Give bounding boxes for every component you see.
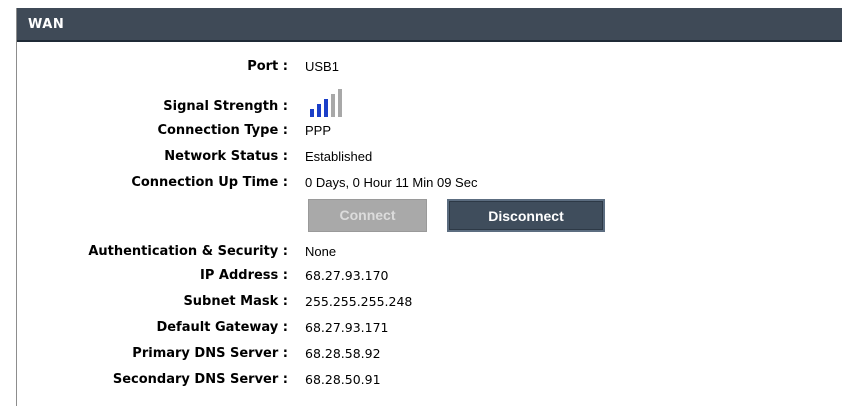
signal-bar <box>338 89 342 117</box>
connection-type-row: Connection Type : PPP <box>17 121 817 141</box>
port-row: Port : USB1 <box>17 57 817 77</box>
subnet-mask-value: 255.255.255.248 <box>305 294 413 309</box>
port-value: USB1 <box>305 59 339 74</box>
primary-dns-label: Primary DNS Server : <box>132 346 288 361</box>
auth-security-value: None <box>305 244 337 259</box>
wan-panel: WAN Port : USB1 Signal Strength : Connec… <box>16 8 842 406</box>
connection-type-label: Connection Type : <box>157 123 288 138</box>
primary-dns-value: 68.28.58.92 <box>305 346 381 361</box>
ip-address-row: IP Address : 68.27.93.170 <box>17 266 817 286</box>
primary-dns-row: Primary DNS Server : 68.28.58.92 <box>17 344 817 364</box>
connection-up-time-row: Connection Up Time : 0 Days, 0 Hour 11 M… <box>17 173 817 193</box>
network-status-row: Network Status : Established <box>17 147 817 167</box>
network-status-value: Established <box>305 149 373 164</box>
signal-strength-label: Signal Strength : <box>163 99 288 114</box>
secondary-dns-label: Secondary DNS Server : <box>112 372 288 387</box>
ip-address-value: 68.27.93.170 <box>305 268 389 283</box>
network-status-label: Network Status : <box>164 149 288 164</box>
ip-address-label: IP Address : <box>200 268 288 283</box>
signal-bar <box>324 99 328 117</box>
signal-strength-row: Signal Strength : <box>17 89 817 117</box>
section-title: WAN <box>28 16 65 32</box>
default-gateway-value: 68.27.93.171 <box>305 320 389 335</box>
connection-up-time-value: 0 Days, 0 Hour 11 Min 09 Sec <box>305 175 478 190</box>
auth-security-label: Authentication & Security : <box>88 244 288 259</box>
section-header: WAN <box>17 8 842 42</box>
port-label: Port : <box>247 59 288 74</box>
connection-type-value: PPP <box>305 123 332 138</box>
connection-up-time-label: Connection Up Time : <box>131 175 288 190</box>
signal-bar <box>317 104 321 117</box>
disconnect-button[interactable]: Disconnect <box>447 199 605 232</box>
signal-bar <box>310 109 314 117</box>
signal-bar <box>331 94 335 117</box>
subnet-mask-row: Subnet Mask : 255.255.255.248 <box>17 292 817 312</box>
connect-button[interactable]: Connect <box>308 199 427 232</box>
signal-strength-icon <box>310 87 346 117</box>
default-gateway-label: Default Gateway : <box>156 320 288 335</box>
subnet-mask-label: Subnet Mask : <box>183 294 288 309</box>
auth-security-row: Authentication & Security : None <box>17 242 817 262</box>
secondary-dns-value: 68.28.50.91 <box>305 372 381 387</box>
default-gateway-row: Default Gateway : 68.27.93.171 <box>17 318 817 338</box>
secondary-dns-row: Secondary DNS Server : 68.28.50.91 <box>17 370 817 390</box>
